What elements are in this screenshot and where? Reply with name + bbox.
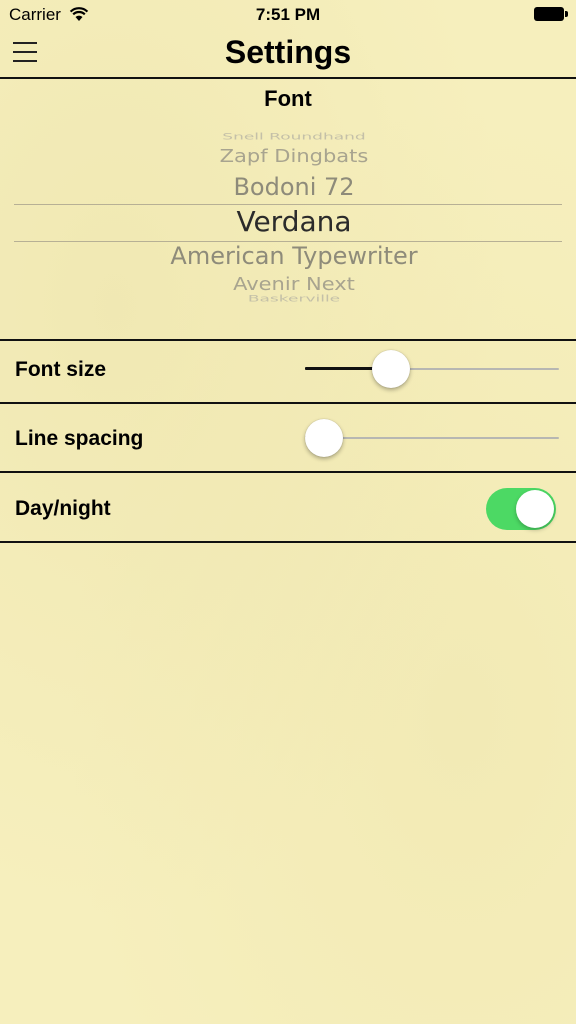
picker-item[interactable]: Zapf Dingbats: [0, 146, 576, 166]
picker-item[interactable]: Snell Roundhand: [0, 132, 576, 142]
font-picker[interactable]: Snell Roundhand Zapf Dingbats Bodoni 72 …: [0, 124, 576, 316]
picker-item[interactable]: Baskerville: [0, 294, 576, 304]
battery-icon: [534, 7, 568, 21]
slider-thumb[interactable]: [305, 419, 343, 457]
font-size-row: Font size: [0, 339, 576, 403]
status-bar: Carrier 7:51 PM: [0, 0, 576, 30]
picker-item[interactable]: Bodoni 72: [0, 173, 576, 201]
line-spacing-label: Line spacing: [15, 427, 144, 450]
day-night-label: Day/night: [15, 497, 111, 520]
slider-thumb[interactable]: [372, 350, 411, 388]
line-spacing-slider[interactable]: [305, 418, 559, 458]
page-title: Settings: [224, 34, 352, 70]
font-section-title: Font: [264, 86, 312, 111]
navigation-bar: Settings: [0, 30, 576, 79]
day-night-toggle[interactable]: [486, 488, 556, 530]
line-spacing-row: Line spacing: [0, 402, 576, 472]
day-night-row: Day/night: [0, 471, 576, 543]
font-size-slider[interactable]: [305, 349, 559, 389]
toggle-knob: [516, 490, 554, 528]
picker-item-selected[interactable]: Verdana: [0, 205, 576, 238]
clock: 7:51 PM: [255, 5, 321, 24]
picker-item[interactable]: Avenir Next: [0, 274, 576, 294]
font-size-label: Font size: [15, 358, 107, 381]
picker-item[interactable]: American Typewriter: [0, 242, 576, 270]
